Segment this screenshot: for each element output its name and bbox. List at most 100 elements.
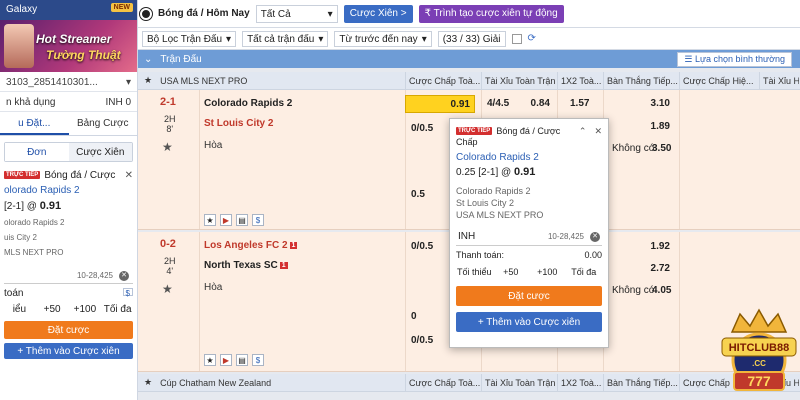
hitclub-logo: HITCLUB88 .CC 777: [718, 308, 800, 400]
play-icon[interactable]: ▶: [220, 214, 232, 226]
place-bet-button[interactable]: Đặt cược: [4, 321, 133, 339]
add-parlay-button[interactable]: + Thêm vào Cược xiên: [4, 343, 133, 359]
add-parlay-label: Thêm vào Cược xiên: [486, 317, 581, 328]
match-filter-select[interactable]: Bộ Lọc Trận Đấu ▾: [142, 30, 237, 47]
dropdown-icon[interactable]: ▾: [126, 77, 131, 88]
dollar-icon[interactable]: $: [122, 288, 133, 298]
match-status: 0-2 2H 4' ★: [138, 232, 200, 371]
next-goal-odd[interactable]: 3.10: [618, 95, 674, 113]
away-team: St Louis City 2: [204, 118, 274, 129]
star-icon[interactable]: ★: [144, 75, 152, 86]
home-team: Los Angeles FC 21: [204, 240, 298, 251]
app-root: Galaxy NEW Hot Streamer Tường Thuật 3103_…: [0, 0, 800, 400]
add-parlay-button[interactable]: + Thêm vào Cược xiên: [456, 312, 602, 332]
col-half-ou: Tài Xỉu H: [759, 71, 799, 90]
time-range-select[interactable]: Từ trước đến nay ▾: [334, 30, 432, 47]
parlay-mode[interactable]: Cược Xiên: [68, 143, 132, 161]
odd-1x2[interactable]: 1.57: [566, 95, 593, 113]
bet-sidebar: Galaxy NEW Hot Streamer Tường Thuật 3103_…: [0, 0, 138, 400]
popup-market: Chấp: [456, 137, 478, 147]
dollar-icon[interactable]: $: [252, 354, 264, 366]
close-icon[interactable]: ✕: [594, 126, 602, 137]
dollar-icon[interactable]: $: [252, 214, 264, 226]
star-icon[interactable]: ★: [204, 354, 216, 366]
play-icon[interactable]: ▶: [220, 354, 232, 366]
close-icon[interactable]: ✕: [125, 170, 133, 181]
slip-mode-toggle: Đơn Cược Xiên: [4, 142, 133, 162]
matches-title: Trận Đấu: [160, 53, 202, 65]
clear-icon[interactable]: ✕: [119, 270, 129, 281]
col-1x2: 1X2 Toà...: [557, 373, 603, 392]
stats-icon[interactable]: ▤: [236, 354, 248, 366]
col-next-goal: Bàn Thắng Tiếp...: [603, 71, 679, 90]
handicap-line-3: 0.5: [411, 189, 425, 200]
ou-odd[interactable]: 0.84: [518, 95, 554, 113]
handicap-line-2: 0: [411, 311, 417, 322]
popup-stake-input[interactable]: INH 10-28,425 ✕: [456, 228, 602, 246]
filter-all-label: Tất Cả: [260, 8, 291, 20]
no-goal-odd[interactable]: 3.50: [648, 140, 675, 158]
popup-line: 0.25 [2-1] @: [456, 167, 512, 178]
top-bar: Bóng đá / Hôm Nay Tất Cả ▾ Cược Xiên > ₹ …: [138, 0, 800, 28]
stake-input[interactable]: 10-28,425 ✕: [4, 268, 133, 284]
filter-all-select[interactable]: Tất Cả ▾: [255, 4, 338, 23]
handicap-line: 0/0.5: [411, 123, 434, 134]
tab-bet-board[interactable]: Bảng Cược: [69, 112, 138, 135]
quick-100[interactable]: +100: [70, 300, 101, 318]
match-actions: ★ ▶ ▤ $: [204, 354, 264, 366]
star-icon[interactable]: ★: [144, 377, 152, 388]
divider: [679, 90, 680, 229]
svg-text:.CC: .CC: [752, 359, 766, 368]
match-actions: ★ ▶ ▤ $: [204, 214, 264, 226]
slip-league: MLS NEXT PRO: [4, 248, 64, 257]
clear-icon[interactable]: ✕: [590, 231, 600, 242]
payout-row: toán $: [0, 284, 137, 300]
next-goal-odd-2[interactable]: 2.72: [618, 260, 674, 278]
match-status: 2-1 2H 8' ★: [138, 90, 200, 229]
slip-opp: olorado Rapids 2: [4, 218, 65, 227]
quick-min[interactable]: Tối thiểu: [456, 264, 493, 280]
next-goal-odd-2[interactable]: 1.89: [618, 118, 674, 136]
quick-50[interactable]: +50: [493, 264, 530, 280]
new-badge: NEW: [110, 3, 133, 12]
chevron-up-icon[interactable]: ⌃: [579, 126, 587, 137]
collapse-icon[interactable]: ⌄: [144, 54, 152, 65]
quick-min[interactable]: iểu: [4, 300, 35, 318]
quick-max[interactable]: Tối đa: [566, 264, 603, 280]
slip-team: olorado Rapids 2: [4, 185, 80, 196]
league-header[interactable]: ★ USA MLS NEXT PRO Cược Chấp Toà... Tài X…: [138, 71, 800, 90]
quick-50[interactable]: +50: [37, 300, 68, 318]
home-team-name: Los Angeles FC 2: [204, 240, 288, 251]
match-half: 2H 4': [164, 256, 176, 276]
league-name: Cúp Chatham New Zealand: [160, 377, 272, 388]
league-header[interactable]: ★ Cúp Chatham New Zealand Cược Chấp Toà..…: [138, 373, 800, 392]
handicap-odd-selected[interactable]: 0.91: [405, 95, 475, 113]
quick-100[interactable]: +100: [529, 264, 566, 280]
auto-parlay-button[interactable]: ₹ Trình tạo cược xiên tự động: [418, 4, 564, 23]
sort-select[interactable]: ☰ Lựa chọn bình thường: [677, 51, 792, 67]
tab-bet-slip[interactable]: u Đặt...: [0, 112, 69, 135]
quick-max[interactable]: Tối đa: [102, 300, 133, 318]
checkbox[interactable]: [511, 33, 522, 44]
all-matches-select[interactable]: Tất cả trận đấu ▾: [242, 30, 329, 47]
stats-icon[interactable]: ▤: [236, 214, 248, 226]
place-bet-button[interactable]: Đặt cược: [456, 286, 602, 306]
favorite-star-icon[interactable]: ★: [162, 282, 173, 296]
single-mode[interactable]: Đơn: [5, 143, 69, 161]
sidebar-brand: Galaxy NEW: [0, 0, 137, 20]
refresh-icon[interactable]: ⟳: [528, 33, 536, 44]
league-count-label: (33 / 33) Giải: [442, 33, 501, 45]
streamer-banner[interactable]: Hot Streamer Tường Thuật: [0, 20, 137, 72]
favorite-star-icon[interactable]: ★: [162, 140, 173, 154]
next-goal-odd[interactable]: 1.92: [618, 238, 674, 256]
col-1x2: 1X2 Toà...: [557, 71, 603, 90]
matches-header: ⌄ Trận Đấu ☰ Lựa chọn bình thường: [138, 50, 800, 68]
parlay-button[interactable]: Cược Xiên >: [343, 4, 413, 23]
star-icon[interactable]: ★: [204, 214, 216, 226]
match-score: 0-2: [160, 238, 176, 250]
slip-card: TRỰC TIẾP Bóng đá / Cược ✕ olorado Rapids …: [0, 162, 137, 260]
col-half-handicap: Cược Chấp Hiệ...: [679, 71, 759, 90]
no-goal-odd[interactable]: 4.05: [648, 282, 675, 300]
balance-label: n khả dụng: [6, 97, 56, 108]
league-count[interactable]: (33 / 33) Giải: [437, 30, 506, 47]
